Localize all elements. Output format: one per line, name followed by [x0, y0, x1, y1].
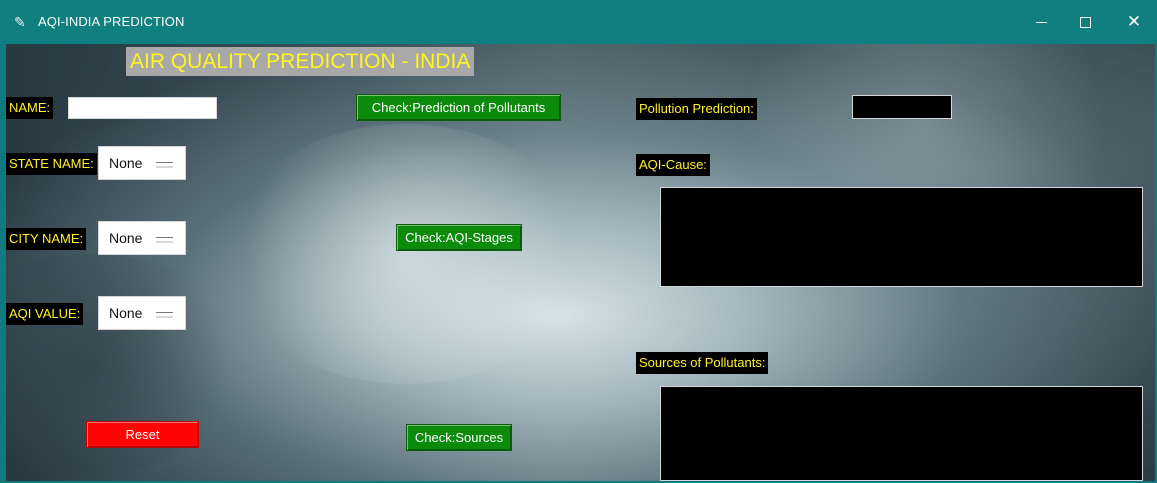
state-name-label: STATE NAME:	[6, 153, 97, 175]
name-input[interactable]	[68, 97, 217, 119]
sources-of-pollutants-output	[660, 386, 1143, 481]
close-icon: ✕	[1126, 12, 1142, 31]
app-window: ✎ AQI-INDIA PREDICTION ✕ AIR QUALITY PRE…	[0, 0, 1157, 483]
state-name-select[interactable]: None	[98, 146, 186, 180]
reset-button[interactable]: Reset	[86, 421, 199, 448]
city-name-selected-value: None	[109, 230, 143, 246]
aqi-value-selected-value: None	[109, 305, 143, 321]
main-panel: AIR QUALITY PREDICTION - INDIA NAME: STA…	[6, 44, 1155, 481]
aqi-value-select[interactable]: None	[98, 296, 186, 330]
aqi-value-label: AQI VALUE:	[6, 303, 84, 325]
close-button[interactable]: ✕	[1111, 0, 1157, 44]
aqi-cause-label: AQI-Cause:	[636, 154, 710, 176]
dropdown-indicator-icon	[156, 162, 173, 168]
minimize-icon	[1035, 21, 1047, 23]
maximize-icon	[1079, 16, 1091, 28]
dropdown-indicator-icon	[156, 237, 173, 243]
title-bar[interactable]: ✎ AQI-INDIA PREDICTION ✕	[0, 0, 1157, 44]
city-name-select[interactable]: None	[98, 221, 186, 255]
pollution-prediction-output	[852, 95, 952, 119]
name-label: NAME:	[6, 97, 54, 119]
aqi-cause-output	[660, 187, 1143, 287]
maximize-button[interactable]	[1062, 0, 1108, 44]
minimize-button[interactable]	[1018, 0, 1064, 44]
page-title: AIR QUALITY PREDICTION - INDIA	[126, 47, 475, 76]
window-title: AQI-INDIA PREDICTION	[38, 14, 185, 29]
state-name-selected-value: None	[109, 155, 143, 171]
sources-of-pollutants-label: Sources of Pollutants:	[636, 352, 769, 374]
check-aqi-stages-button[interactable]: Check:AQI-Stages	[396, 224, 522, 251]
check-prediction-button[interactable]: Check:Prediction of Pollutants	[356, 94, 561, 121]
city-name-label: CITY NAME:	[6, 228, 87, 250]
pollution-prediction-label: Pollution Prediction:	[636, 98, 757, 120]
feather-icon: ✎	[14, 14, 26, 30]
cloud-background	[226, 124, 586, 384]
dropdown-indicator-icon	[156, 312, 173, 318]
check-sources-button[interactable]: Check:Sources	[406, 424, 512, 451]
